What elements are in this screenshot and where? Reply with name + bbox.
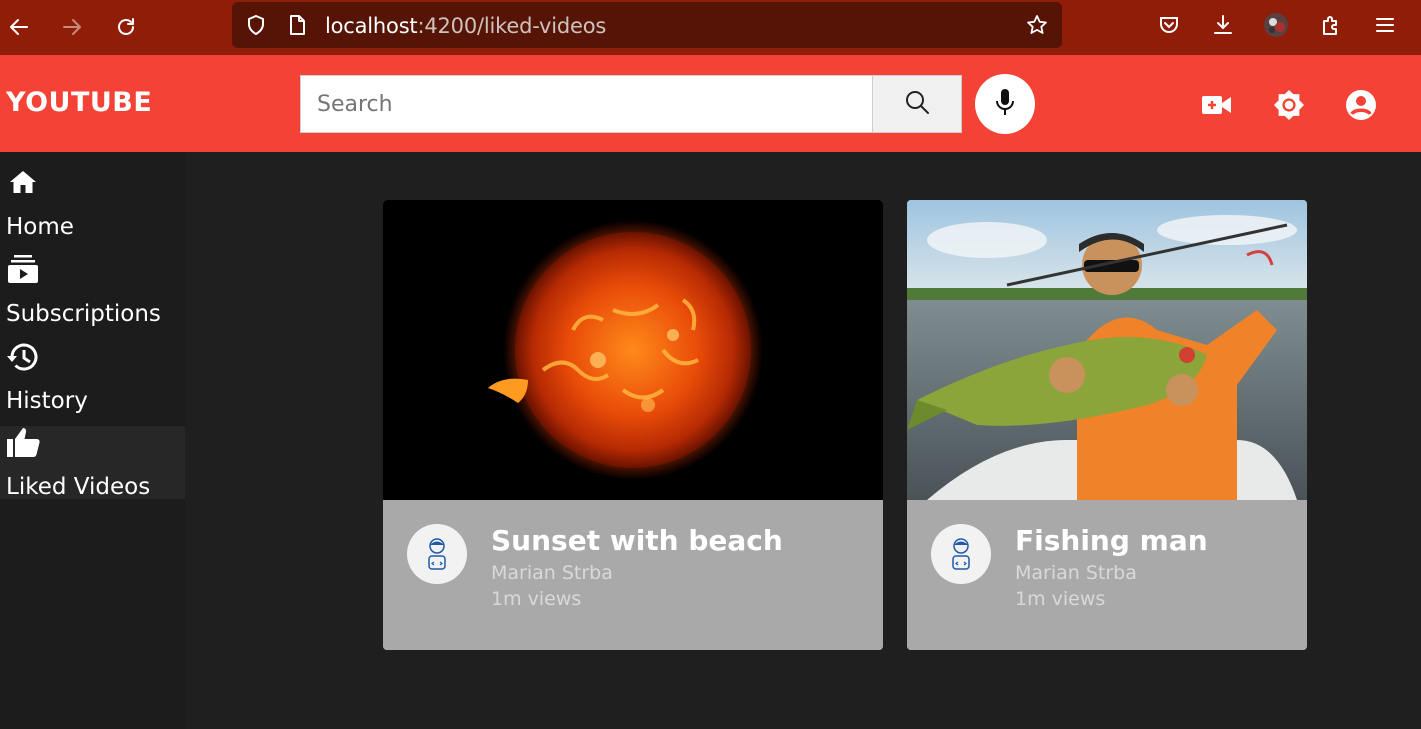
sidebar-item-history[interactable]: History [0, 326, 185, 413]
home-icon [6, 166, 40, 200]
browser-toolbar: localhost:4200/liked-videos [0, 0, 1421, 55]
history-icon [6, 340, 40, 374]
thumb-up-icon [6, 426, 40, 460]
menu-icon[interactable] [1372, 12, 1398, 38]
brightness-icon[interactable] [1273, 89, 1305, 121]
search-button[interactable] [872, 75, 962, 133]
video-add-icon[interactable] [1201, 89, 1233, 121]
mic-icon [992, 87, 1018, 122]
url-host: localhost [325, 14, 418, 38]
sidebar-item-label: Home [6, 214, 74, 239]
shield-icon[interactable] [244, 13, 268, 37]
star-icon[interactable] [1025, 13, 1049, 37]
video-title[interactable]: Sunset with beach [491, 524, 783, 557]
sidebar-item-home[interactable]: Home [0, 152, 185, 239]
channel-name[interactable]: Marian Strba [1015, 562, 1137, 584]
video-title[interactable]: Fishing man [1015, 524, 1208, 557]
search-input[interactable] [300, 75, 873, 133]
sidebar-item-liked-videos[interactable]: Liked Videos [0, 426, 185, 499]
video-info: Sunset with beach Marian Strba 1m views [383, 500, 883, 650]
view-count: 1m views [491, 588, 582, 610]
subscriptions-icon [6, 253, 40, 287]
liked-videos-grid: Sunset with beach Marian Strba 1m views [185, 152, 1421, 729]
reload-icon[interactable] [111, 12, 141, 42]
fishing-image[interactable] [907, 200, 1307, 500]
profile-avatar[interactable] [1263, 12, 1289, 38]
page-icon [285, 13, 309, 37]
sidebar-item-subscriptions[interactable]: Subscriptions [0, 239, 185, 326]
back-icon[interactable] [4, 12, 34, 42]
logo[interactable]: YOUTUBE [6, 87, 152, 118]
account-icon[interactable] [1345, 89, 1377, 121]
sidebar-item-label: Liked Videos [6, 474, 151, 499]
url-path: :4200/liked-videos [417, 14, 607, 38]
app-header: YOUTUBE [0, 55, 1421, 152]
channel-avatar[interactable] [931, 524, 991, 584]
forward-icon[interactable] [57, 12, 87, 42]
url-text[interactable]: localhost:4200/liked-videos [325, 14, 606, 38]
search-icon [903, 88, 931, 121]
sidebar-item-label: History [6, 388, 88, 413]
url-bar[interactable]: localhost:4200/liked-videos [232, 2, 1062, 48]
pocket-icon[interactable] [1156, 12, 1182, 38]
video-info: Fishing man Marian Strba 1m views [907, 500, 1307, 650]
view-count: 1m views [1015, 588, 1106, 610]
sidebar-item-label: Subscriptions [6, 301, 161, 326]
download-icon[interactable] [1210, 12, 1236, 38]
sun-image[interactable] [383, 200, 883, 500]
channel-name[interactable]: Marian Strba [491, 562, 613, 584]
sidebar: Home Subscriptions History Liked Videos [0, 152, 185, 729]
voice-search-button[interactable] [975, 74, 1035, 134]
extensions-icon[interactable] [1318, 12, 1344, 38]
channel-avatar[interactable] [407, 524, 467, 584]
video-card[interactable]: Sunset with beach Marian Strba 1m views [383, 200, 883, 650]
video-card[interactable]: Fishing man Marian Strba 1m views [907, 200, 1307, 650]
